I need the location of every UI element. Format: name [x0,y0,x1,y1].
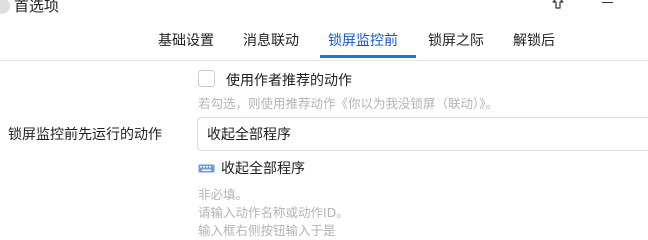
app-icon [0,0,10,14]
hint-optional: 非必填。 [198,187,249,202]
window-title: 首选项 [14,0,60,15]
hint-enter-name-or-id: 请输入动作名称或动作ID。 [198,205,349,220]
action-suggestion-item[interactable]: 收起全部程序 [198,158,305,178]
title-bar: 首选项 [0,0,648,22]
tab-divider [0,60,648,61]
suggestion-label: 收起全部程序 [221,161,305,177]
tab-bar: 基础设置 消息联动 锁屏监控前 锁屏之际 解锁后 [0,28,648,60]
pre-lock-action-label: 锁屏监控前先运行的动作 [8,127,162,143]
tab-before-lock-monitor[interactable]: 锁屏监控前 [328,28,398,56]
recommended-action-label[interactable]: 使用作者推荐的动作 [226,70,352,90]
tab-basic-settings[interactable]: 基础设置 [158,28,214,56]
tab-during-lock[interactable]: 锁屏之际 [428,28,484,56]
recommended-action-hint: 若勾选，则使用推荐动作《你以为我没锁屏（联动）》。 [198,96,499,111]
recommended-action-checkbox[interactable] [198,70,215,87]
tab-after-unlock[interactable]: 解锁后 [513,28,555,56]
keyboard-icon [198,164,215,172]
active-tab-indicator [320,55,416,58]
pin-icon [552,0,564,9]
hint-input-button: 输入框右侧按钮输入于是 [198,223,336,238]
action-hints: 非必填。 请输入动作名称或动作ID。 输入框右侧按钮输入于是 [198,186,349,240]
tab-message-link[interactable]: 消息联动 [243,28,299,56]
pin-button[interactable] [548,0,568,13]
minimize-button[interactable] [598,0,618,12]
pre-lock-action-input[interactable] [197,117,648,151]
